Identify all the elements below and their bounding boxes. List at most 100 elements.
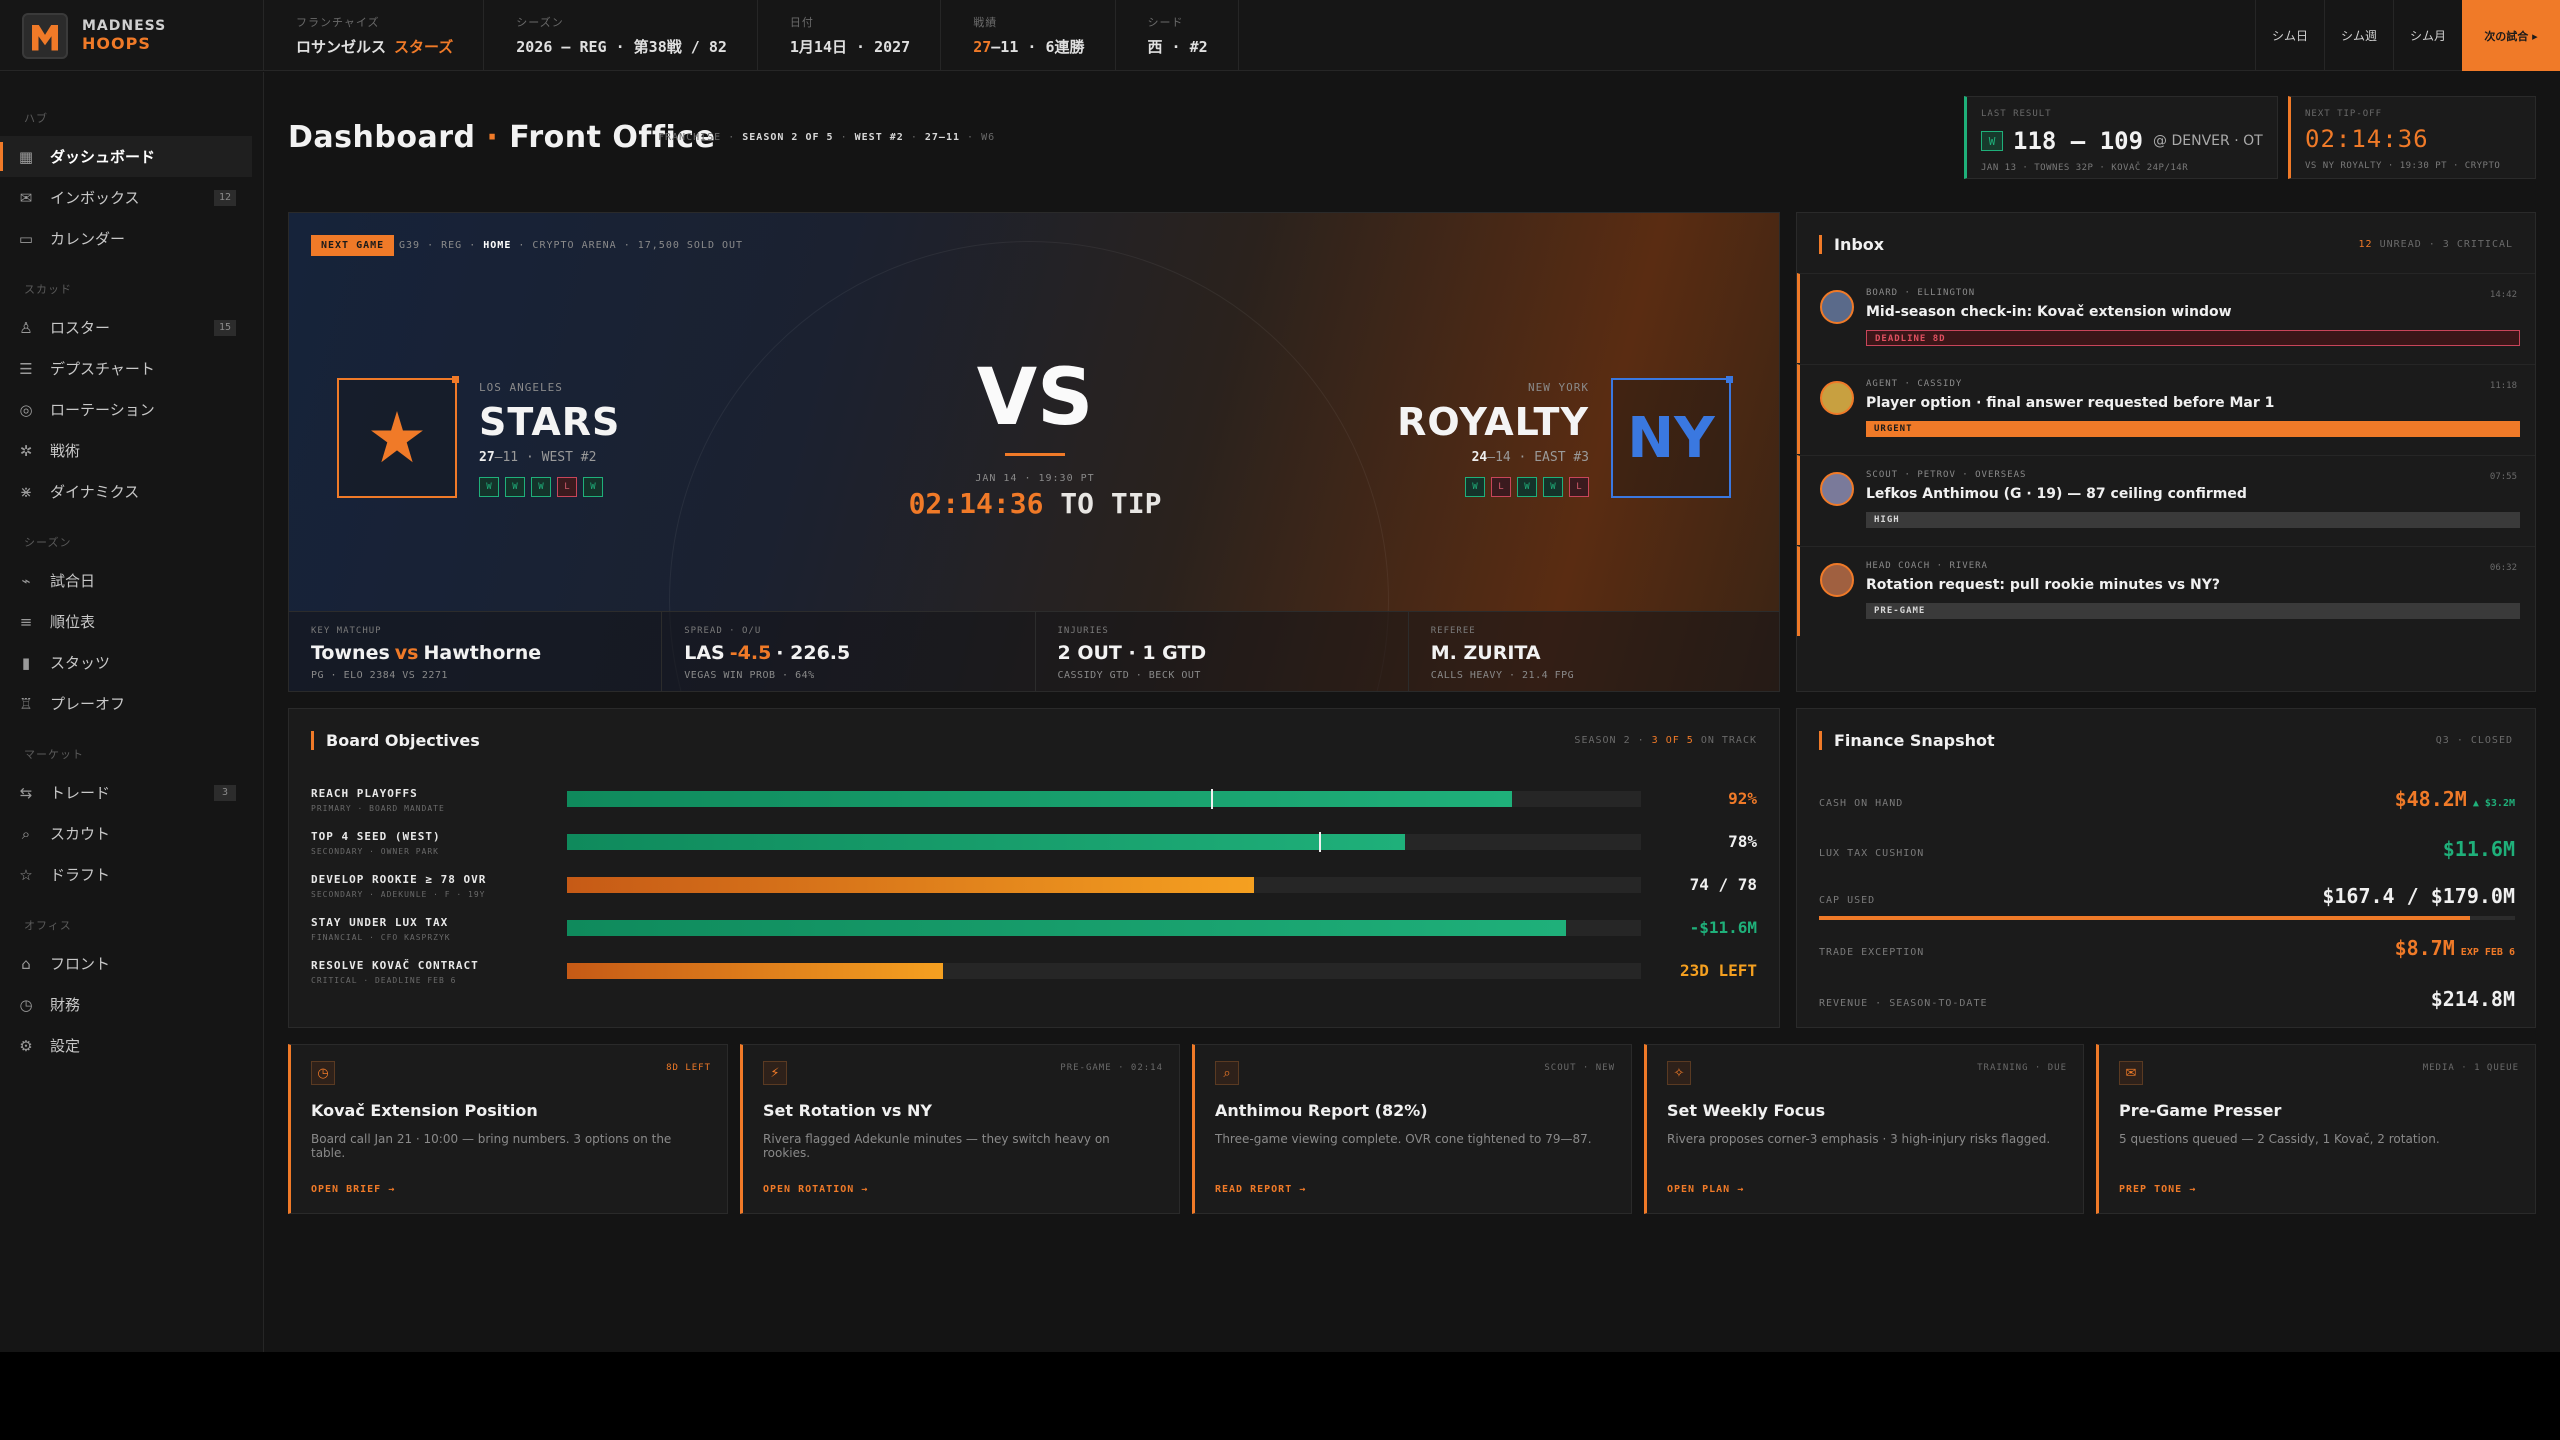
matchup-stat-key: KEY MATCHUP <box>311 626 382 636</box>
last-result-label: LAST RESULT <box>1981 109 2052 119</box>
action-card[interactable]: ✧ TRAINING · DUE Set Weekly Focus Rivera pr… <box>1644 1044 2084 1214</box>
sidebar-item-label: スタッツ <box>50 654 111 672</box>
sidebar-item[interactable]: ≡ 順位表 <box>0 601 252 642</box>
action-card[interactable]: ⚡ PRE-GAME · 02:14 Set Rotation vs NY River… <box>740 1044 1180 1214</box>
inbox-message[interactable]: HEAD COACH · RIVERA Rotation request: pul… <box>1797 546 2535 636</box>
message-time: 11:18 <box>2489 381 2517 391</box>
sidebar-item[interactable]: ▮ スタッツ <box>0 642 252 683</box>
action-card[interactable]: ✉ MEDIA · 1 QUEUE Pre-Game Presser 5 questi… <box>2096 1044 2536 1214</box>
action-card-link[interactable]: OPEN BRIEF → <box>311 1184 395 1195</box>
objective-row[interactable]: TOP 4 SEED (WEST) SECONDARY · OWNER PARK 7… <box>311 830 1757 870</box>
matchup-stat[interactable]: SPREAD · O/U LAS -4.5 · 226.5 VEGAS WIN PROB… <box>662 612 1036 691</box>
header-meta-item: 日付 1月14日 · 2027 <box>758 0 942 71</box>
sidebar-item[interactable]: ✲ 戦術 <box>0 430 252 471</box>
matchup-stat[interactable]: REFEREE M. ZURITA CALLS HEAVY · 21.4 FPG <box>1409 612 1779 691</box>
bar-chart-icon: ▮ <box>21 653 31 672</box>
matchup-stat-key: INJURIES <box>1057 626 1109 636</box>
brand[interactable]: MADNESS HOOPS <box>0 0 264 71</box>
sidebar-item[interactable]: ▦ ダッシュボード <box>0 136 252 177</box>
avatar <box>1820 563 1854 597</box>
matchup-stat-value-b: vs <box>394 642 419 664</box>
action-card[interactable]: ⌕ SCOUT · NEW Anthimou Report (82%) Three-g… <box>1192 1044 1632 1214</box>
sidebar-item-label: プレーオフ <box>50 695 126 713</box>
next-game-chip: NEXT GAME <box>311 235 395 256</box>
breadcrumb: FRANCHISE · SEASON 2 OF 5 · WEST #2 · 27… <box>658 132 995 143</box>
sidebar-item[interactable]: ▭ カレンダー <box>0 218 252 259</box>
action-card-link[interactable]: OPEN PLAN → <box>1667 1184 1744 1195</box>
header-actions: シム日 シム週 シム月 次の試合 ▸ <box>2255 0 2560 71</box>
spark-icon: ✧ <box>1667 1061 1691 1085</box>
objective-progress-fill <box>567 791 1513 807</box>
inbox-message[interactable]: AGENT · CASSIDY Player option · final ans… <box>1797 364 2535 454</box>
sidebar-item[interactable]: ☰ デプスチャート <box>0 348 252 389</box>
sidebar-item[interactable]: ⇆ トレード 3 <box>0 772 252 813</box>
cap-usage-bar <box>1819 916 2515 920</box>
sidebar-item[interactable]: ⌕ スカウト <box>0 813 252 854</box>
matchup-stat-sub: CASSIDY GTD · BECK OUT <box>1057 670 1201 681</box>
inbox-message[interactable]: SCOUT · PETROV · OVERSEAS Lefkos Anthimou… <box>1797 455 2535 545</box>
sidebar-item[interactable]: ◷ 財務 <box>0 984 252 1025</box>
header-meta-value-a: 27 <box>973 38 992 56</box>
header-meta-value: 1月14日 · 2027 <box>790 36 910 57</box>
message-tag: HIGH <box>1866 512 2520 528</box>
sidebar-item[interactable]: ⌁ 試合日 <box>0 560 252 601</box>
objective-row[interactable]: REACH PLAYOFFS PRIMARY · BOARD MANDATE 92% <box>311 787 1757 827</box>
finance-amount: $167.4 / $179.0M <box>2322 884 2515 908</box>
next-tip-summary: VS NY ROYALTY · 19:30 PT · CRYPTO <box>2305 161 2501 171</box>
objective-row[interactable]: DEVELOP ROOKIE ≥ 78 OVR SECONDARY · ADEKU… <box>311 873 1757 913</box>
action-card-link[interactable]: PREP TONE → <box>2119 1184 2196 1195</box>
objective-progress-bar <box>567 877 1641 893</box>
sidebar-section-title: オフィス <box>24 919 72 932</box>
objectives-count: 3 OF 5 <box>1651 735 1694 746</box>
action-card-link[interactable]: READ REPORT → <box>1215 1184 1306 1195</box>
sidebar-item[interactable]: ⌂ フロント <box>0 943 252 984</box>
objective-value: 92% <box>1728 789 1757 808</box>
inbox-title: Inbox <box>1819 235 1884 254</box>
sidebar-item[interactable]: ⋇ ダイナミクス <box>0 471 252 512</box>
matchup-stat-value-a: Townes <box>311 642 390 664</box>
objective-target-marker <box>1211 789 1214 809</box>
away-team-logo[interactable]: NY <box>1611 376 1733 498</box>
page-title-dot: · <box>486 120 499 155</box>
header-meta-value: 27–11 · 6連勝 <box>973 36 1084 57</box>
last-result-card[interactable]: LAST RESULT W 118 — 109 @ DENVER · OT JA… <box>1964 96 2278 179</box>
swap-icon: ⇆ <box>19 783 33 802</box>
sidebar-item[interactable]: ◎ ローテーション <box>0 389 252 430</box>
sidebar-item[interactable]: ♙ ロスター 15 <box>0 307 252 348</box>
sim-day-button[interactable]: シム日 <box>2255 0 2324 71</box>
finance-key: REVENUE · SEASON-TO-DATE <box>1819 998 1988 1009</box>
next-tip-card[interactable]: NEXT TIP-OFF 02:14:36 VS NY ROYALTY · 19… <box>2288 96 2536 179</box>
home-team-record: –11 · WEST #2 <box>494 450 597 465</box>
objective-row[interactable]: RESOLVE KOVAČ CONTRACT CRITICAL · DEADLIN… <box>311 959 1757 999</box>
page-title-main: Dashboard <box>288 120 476 155</box>
sim-week-button[interactable]: シム週 <box>2324 0 2393 71</box>
objective-value: 23D LEFT <box>1679 961 1757 980</box>
sidebar-item[interactable]: ♖ プレーオフ <box>0 683 252 724</box>
inbox-message[interactable]: BOARD · ELLINGTON Mid-season check-in: Ko… <box>1797 273 2535 363</box>
finance-amount: $8.7M <box>2394 936 2455 960</box>
sidebar-item[interactable]: ✉ インボックス 12 <box>0 177 252 218</box>
avatar <box>1820 472 1854 506</box>
matchup-stat[interactable]: KEY MATCHUP Townes vs Hawthorne PG · ELO 238… <box>289 612 663 691</box>
action-card-title: Pre-Game Presser <box>2119 1101 2282 1120</box>
finance-key: CASH ON HAND <box>1819 798 1904 809</box>
action-card[interactable]: ◷ 8D LEFT Kovač Extension Position Board ca… <box>288 1044 728 1214</box>
matchup-stat-value: M. ZURITA <box>1431 642 1759 664</box>
objective-row[interactable]: STAY UNDER LUX TAX FINANCIAL · CFO KASPRZ… <box>311 916 1757 956</box>
header-meta-key: シード <box>1147 16 1184 29</box>
tactics-icon: ✲ <box>19 441 33 460</box>
sidebar-item[interactable]: ☆ ドラフト <box>0 854 252 895</box>
matchup-stat[interactable]: INJURIES 2 OUT · 1 GTD CASSIDY GTD · BECK … <box>1036 612 1409 691</box>
sidebar-item[interactable]: ⚙ 設定 <box>0 1025 252 1066</box>
form-result-chip: W <box>1517 477 1537 497</box>
message-sender: HEAD COACH · RIVERA <box>1866 561 1988 571</box>
objective-progress-fill <box>567 877 1255 893</box>
matchup-stat-value-c: · 226.5 <box>776 642 851 664</box>
header-meta-value: 西 · #2 <box>1148 36 1208 57</box>
matchup-stat-value-a: M. ZURITA <box>1430 642 1541 664</box>
building-icon: ⌂ <box>21 954 31 973</box>
header-meta-key: 日付 <box>789 16 814 29</box>
sim-month-button[interactable]: シム月 <box>2393 0 2462 71</box>
next-game-button[interactable]: 次の試合 ▸ <box>2462 0 2560 71</box>
action-card-link[interactable]: OPEN ROTATION → <box>763 1184 868 1195</box>
